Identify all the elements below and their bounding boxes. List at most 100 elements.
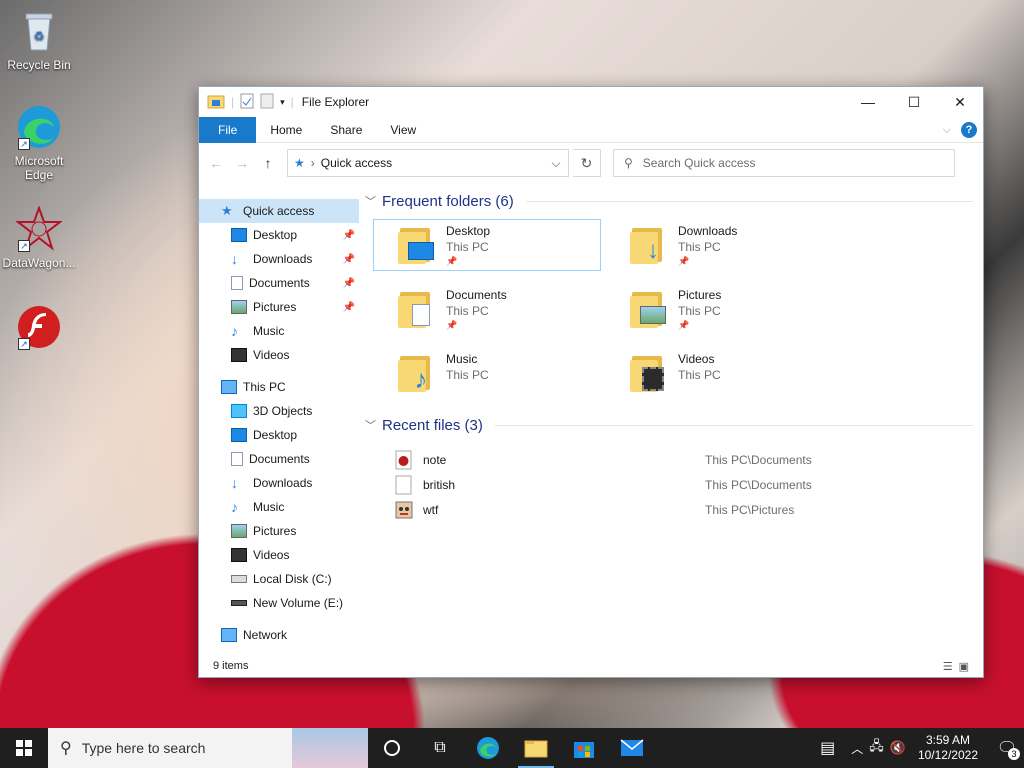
nav-this-pc[interactable]: This PC (199, 375, 359, 399)
shortcut-arrow-icon: ↗ (18, 240, 30, 252)
address-path[interactable]: Quick access (321, 156, 392, 170)
downloads-folder-icon: ↓ (630, 224, 668, 264)
properties-icon[interactable] (240, 93, 254, 112)
back-button[interactable]: ← (205, 155, 227, 171)
taskbar-search[interactable]: ⚲ Type here to search (48, 728, 368, 768)
nav-label: Pictures (253, 300, 297, 314)
file-path: This PC\Documents (705, 452, 812, 467)
folder-tile-desktop[interactable]: Desktop This PC 📌 (373, 219, 601, 271)
tab-view[interactable]: View (376, 117, 430, 143)
network-icon (221, 628, 237, 642)
taskbar-search-input[interactable]: Type here to search (82, 740, 206, 756)
nav-quick-pictures[interactable]: Pictures 📌 (199, 295, 359, 319)
nav-quick-videos[interactable]: Videos (199, 343, 359, 367)
recent-files-list: note This PC\Documents british This PC\D… (365, 447, 973, 522)
address-bar[interactable]: ★ › Quick access ⌵ (287, 149, 569, 177)
volume-muted-icon[interactable]: 🔇 (890, 740, 906, 756)
up-button[interactable]: ↑ (257, 155, 279, 171)
list-item[interactable]: note This PC\Documents (395, 447, 973, 472)
large-icons-view-icon[interactable]: ▣ (959, 660, 969, 673)
nav-label: New Volume (E:) (253, 596, 344, 610)
file-name: note (423, 452, 447, 467)
folder-tile-downloads[interactable]: ↓ Downloads This PC 📌 (605, 219, 833, 271)
search-input[interactable]: Search Quick access (643, 156, 756, 170)
folder-tile-music[interactable]: ♪ Music This PC (373, 347, 601, 399)
nav-quick-documents[interactable]: Documents 📌 (199, 271, 359, 295)
nav-pc-documents[interactable]: Documents (199, 447, 359, 471)
nav-quick-desktop[interactable]: Desktop 📌 (199, 223, 359, 247)
note-file-icon (395, 450, 413, 470)
folder-name: Desktop (446, 224, 491, 238)
nav-quick-access[interactable]: ★ Quick access (199, 199, 359, 223)
nav-quick-downloads[interactable]: ↓ Downloads 📌 (199, 247, 359, 271)
tab-home[interactable]: Home (256, 117, 316, 143)
drive-icon (231, 575, 247, 583)
list-item[interactable]: british This PC\Documents (395, 472, 973, 497)
tab-share[interactable]: Share (316, 117, 376, 143)
network-status-icon[interactable]: 🖧 (869, 737, 884, 759)
taskbar-file-explorer[interactable] (512, 728, 560, 768)
nav-3d-objects[interactable]: 3D Objects (199, 399, 359, 423)
search-icon: ⚲ (60, 740, 72, 757)
quick-access-toolbar: | ▾ | (199, 93, 294, 112)
new-folder-icon[interactable] (260, 93, 274, 112)
notifications-button[interactable]: 🗨 3 (990, 728, 1024, 768)
nav-pc-music[interactable]: ♪ Music (199, 495, 359, 519)
list-item[interactable]: wtf This PC\Pictures (395, 497, 973, 522)
nav-new-volume-e[interactable]: New Volume (E:) (199, 591, 359, 615)
refresh-button[interactable]: ↻ (573, 149, 601, 177)
nav-pc-desktop[interactable]: Desktop (199, 423, 359, 447)
file-name: british (423, 477, 456, 492)
desktop-icon-recycle-bin[interactable]: ♻ Recycle Bin (0, 8, 78, 72)
task-view-icon: ⧉ (434, 739, 446, 756)
details-view-icon[interactable]: ☰ (943, 660, 953, 673)
desktop-icon-edge[interactable]: ↗ Microsoft Edge (0, 104, 78, 182)
navigation-pane: ★ Quick access Desktop 📌 ↓ Downloads 📌 D… (199, 183, 359, 655)
show-hidden-icons-icon[interactable]: ︿ (851, 740, 863, 757)
customize-toolbar-icon[interactable]: ▾ (280, 97, 285, 108)
folder-tile-pictures[interactable]: Pictures This PC 📌 (605, 283, 833, 335)
taskbar-store[interactable] (560, 728, 608, 768)
minimize-button[interactable]: — (845, 87, 891, 117)
desktop-icon-label: Microsoft Edge (14, 154, 64, 182)
desktop-icon-flash[interactable]: ↗ (0, 304, 78, 354)
forward-button[interactable]: → (231, 155, 253, 171)
search-box[interactable]: ⚲ Search Quick access (613, 149, 955, 177)
cortana-button[interactable] (368, 728, 416, 768)
frequent-folders-header[interactable]: ﹀ Frequent folders (6) (365, 189, 973, 213)
news-widget-icon[interactable]: ▤ (810, 738, 845, 758)
folder-tile-videos[interactable]: Videos This PC (605, 347, 833, 399)
tab-file[interactable]: File (199, 116, 257, 143)
breadcrumb-separator-icon: › (310, 156, 315, 170)
pictures-folder-icon (630, 288, 668, 328)
clock-date: 10/12/2022 (917, 748, 978, 762)
taskbar-edge[interactable] (464, 728, 512, 768)
up-arrow-icon: ↑ (264, 155, 272, 171)
nav-pc-pictures[interactable]: Pictures (199, 519, 359, 543)
desktop-icon-datawagon[interactable]: ↗ DataWagon... (0, 205, 78, 270)
nav-pc-downloads[interactable]: ↓ Downloads (199, 471, 359, 495)
videos-icon (231, 548, 247, 562)
help-icon[interactable]: ? (961, 122, 977, 138)
nav-label: Local Disk (C:) (253, 572, 332, 586)
expand-ribbon-icon[interactable]: ⌵ (943, 124, 951, 137)
nav-quick-music[interactable]: ♪ Music (199, 319, 359, 343)
clock[interactable]: 3:59 AM 10/12/2022 (912, 733, 984, 763)
start-button[interactable] (0, 728, 48, 768)
folder-tile-documents[interactable]: Documents This PC 📌 (373, 283, 601, 335)
mail-icon (620, 739, 644, 756)
title-bar[interactable]: | ▾ | File Explorer — ☐ ✕ (199, 87, 983, 117)
nav-local-disk-c[interactable]: Local Disk (C:) (199, 567, 359, 591)
nav-network[interactable]: Network (199, 623, 359, 647)
nav-pc-videos[interactable]: Videos (199, 543, 359, 567)
address-dropdown-icon[interactable]: ⌵ (544, 156, 568, 171)
drive-icon (231, 600, 247, 606)
content-pane: ﹀ Frequent folders (6) Desktop This PC 📌 ↓… (359, 183, 983, 655)
taskbar-mail[interactable] (608, 728, 656, 768)
close-button[interactable]: ✕ (937, 87, 983, 117)
recent-files-header[interactable]: ﹀ Recent files (3) (365, 413, 973, 437)
shortcut-arrow-icon: ↗ (18, 338, 30, 350)
music-icon: ♪ (231, 499, 238, 515)
maximize-button[interactable]: ☐ (891, 87, 937, 117)
task-view-button[interactable]: ⧉ (416, 728, 464, 768)
